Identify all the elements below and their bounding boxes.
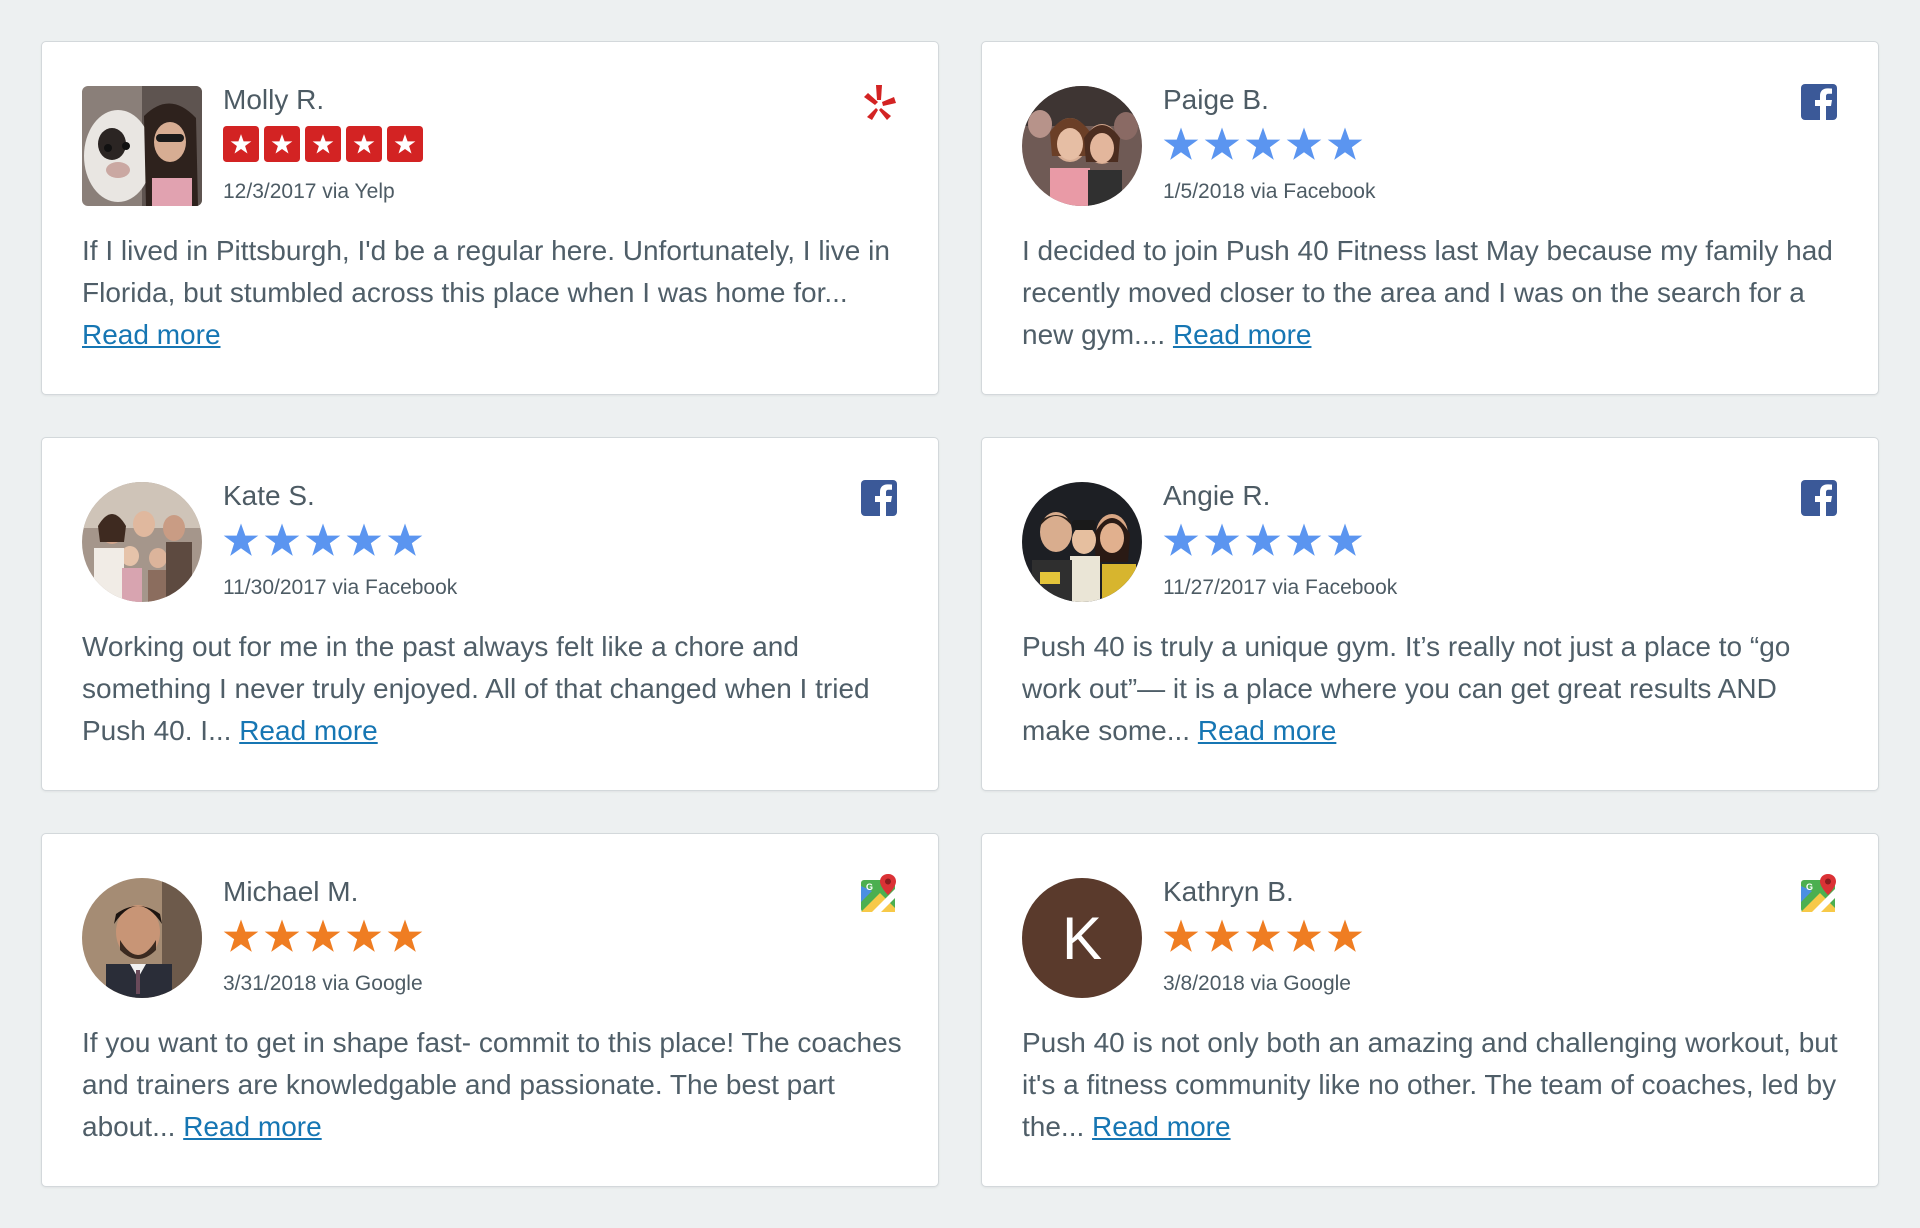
star-icon — [346, 523, 382, 556]
review-card: Kate S. 11/30/2017 via Facebook Working … — [41, 437, 939, 791]
star-icon — [346, 126, 382, 162]
star-icon — [1163, 127, 1199, 160]
read-more-link[interactable]: Read more — [82, 319, 221, 350]
star-rating — [1163, 918, 1363, 954]
svg-text:G: G — [866, 882, 873, 892]
star-icon — [1286, 523, 1322, 556]
read-more-link[interactable]: Read more — [239, 715, 378, 746]
star-icon — [1286, 127, 1322, 160]
star-icon — [1245, 127, 1281, 160]
reviewer-name: Molly R. — [223, 84, 325, 115]
star-icon — [264, 523, 300, 556]
facebook-icon[interactable] — [860, 478, 898, 518]
star-icon — [1163, 523, 1199, 556]
star-icon — [1286, 919, 1322, 952]
read-more-link[interactable]: Read more — [1198, 715, 1337, 746]
reviewer-avatar — [82, 86, 202, 206]
review-card: Molly R. 12/3/2017 via Yelp If I lived i… — [41, 41, 939, 395]
review-body: If I lived in Pittsburgh, I'd be a regul… — [82, 235, 890, 308]
star-icon — [305, 126, 341, 162]
star-icon — [1327, 523, 1363, 556]
review-text: Push 40 is truly a unique gym. It’s real… — [1022, 626, 1842, 752]
read-more-link[interactable]: Read more — [1173, 319, 1312, 350]
review-date-source: 11/30/2017 via Facebook — [223, 576, 458, 599]
reviewer-avatar: K — [1022, 878, 1142, 998]
yelp-icon[interactable] — [860, 82, 898, 122]
review-body: Push 40 is truly a unique gym. It’s real… — [1022, 631, 1791, 746]
svg-text:G: G — [1806, 882, 1813, 892]
facebook-icon[interactable] — [1800, 82, 1838, 122]
review-card: Paige B. 1/5/2018 via Facebook I decided… — [981, 41, 1879, 395]
review-text: I decided to join Push 40 Fitness last M… — [1022, 230, 1842, 356]
star-rating — [223, 918, 423, 954]
reviewer-avatar — [82, 482, 202, 602]
star-icon — [1245, 523, 1281, 556]
reviewer-name: Kate S. — [223, 480, 315, 511]
star-rating — [1163, 522, 1363, 558]
star-rating — [1163, 126, 1363, 162]
review-card: K Kathryn B. 3/8/2018 via Google G Push … — [981, 833, 1879, 1187]
star-icon — [1204, 919, 1240, 952]
star-icon — [264, 919, 300, 952]
star-icon — [223, 523, 259, 556]
star-icon — [346, 919, 382, 952]
star-icon — [1204, 127, 1240, 160]
star-rating — [223, 522, 423, 558]
google-maps-icon[interactable]: G — [1800, 874, 1838, 914]
google-maps-icon[interactable]: G — [860, 874, 898, 914]
review-text: Push 40 is not only both an amazing and … — [1022, 1022, 1842, 1148]
reviewer-name: Kathryn B. — [1163, 876, 1294, 907]
star-icon — [1245, 919, 1281, 952]
review-date-source: 1/5/2018 via Facebook — [1163, 180, 1376, 203]
review-text: If I lived in Pittsburgh, I'd be a regul… — [82, 230, 902, 356]
star-icon — [1163, 919, 1199, 952]
star-icon — [223, 126, 259, 162]
reviewer-name: Paige B. — [1163, 84, 1269, 115]
review-body: Working out for me in the past always fe… — [82, 631, 870, 746]
reviewer-avatar — [1022, 482, 1142, 602]
star-icon — [223, 919, 259, 952]
reviewer-name: Angie R. — [1163, 480, 1271, 511]
read-more-link[interactable]: Read more — [1092, 1111, 1231, 1142]
review-card: Michael M. 3/31/2018 via Google G If you… — [41, 833, 939, 1187]
star-icon — [305, 919, 341, 952]
reviews-grid: Molly R. 12/3/2017 via Yelp If I lived i… — [41, 41, 1879, 1187]
star-icon — [1327, 127, 1363, 160]
review-text: If you want to get in shape fast- commit… — [82, 1022, 902, 1148]
star-icon — [305, 523, 341, 556]
star-rating — [223, 126, 423, 162]
star-icon — [1327, 919, 1363, 952]
reviewer-avatar — [1022, 86, 1142, 206]
reviewer-name: Michael M. — [223, 876, 359, 907]
star-icon — [387, 523, 423, 556]
review-date-source: 3/31/2018 via Google — [223, 972, 423, 995]
star-icon — [387, 126, 423, 162]
review-date-source: 12/3/2017 via Yelp — [223, 180, 395, 203]
reviewer-avatar — [82, 878, 202, 998]
review-text: Working out for me in the past always fe… — [82, 626, 902, 752]
review-body: I decided to join Push 40 Fitness last M… — [1022, 235, 1833, 350]
review-card: Angie R. 11/27/2017 via Facebook Push 40… — [981, 437, 1879, 791]
star-icon — [387, 919, 423, 952]
review-date-source: 3/8/2018 via Google — [1163, 972, 1351, 995]
read-more-link[interactable]: Read more — [183, 1111, 322, 1142]
review-date-source: 11/27/2017 via Facebook — [1163, 576, 1398, 599]
star-icon — [264, 126, 300, 162]
facebook-icon[interactable] — [1800, 478, 1838, 518]
star-icon — [1204, 523, 1240, 556]
